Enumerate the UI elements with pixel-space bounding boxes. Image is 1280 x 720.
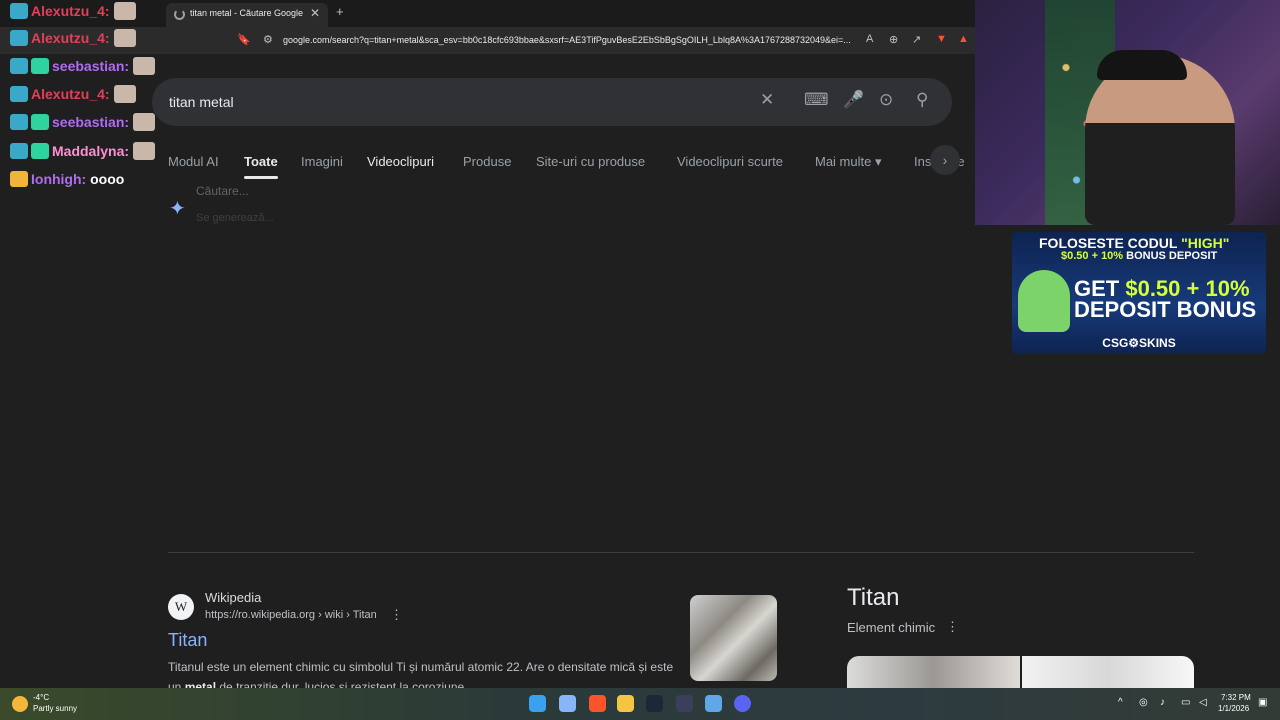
search-input[interactable]: titan metal [169,94,234,110]
result-more-icon[interactable]: ⋮ [390,607,403,623]
browser-tab-active[interactable]: titan metal - Căutare Google ✕ [166,3,328,27]
knowledge-panel-title: Titan [847,584,900,611]
zoom-icon[interactable]: ⊕ [889,33,898,46]
gift-badge-icon [31,58,49,74]
tab-short-videos[interactable]: Videoclipuri scurte [677,154,783,169]
emote-icon [133,113,156,131]
streamer [1085,55,1235,225]
section-divider [168,552,1194,553]
tray-chevron-icon[interactable]: ^ [1118,697,1123,708]
network-icon[interactable]: ▭ [1181,697,1190,708]
tab-all[interactable]: Toate [244,154,278,169]
keyboard-icon[interactable]: ⌨ [804,90,829,110]
notepad-icon[interactable] [705,695,722,712]
emote-icon [113,85,136,103]
tab-close-icon[interactable]: ✕ [310,6,320,20]
bookmark-icon[interactable]: 🔖 [237,33,251,46]
tab-more[interactable]: Mai multe ▾ [815,154,882,170]
emote-icon [113,29,136,47]
promo-brand-logo: CSG⚙SKINS [1102,336,1176,350]
start-icon[interactable] [529,695,546,712]
result-thumbnail[interactable] [690,595,777,681]
gift-badge-icon [31,143,49,159]
chat-badge-icon [10,143,28,159]
promo-headline-2: DEPOSIT BONUS [1074,297,1257,322]
speaker-icon[interactable]: ◁ [1199,697,1207,708]
promo-banner: FOLOSESTE CODUL "HIGH" $0.50 + 10% BONUS… [1012,232,1266,354]
chat-message: seebastian: [10,113,156,131]
tray-app-icon[interactable]: ◎ [1139,697,1148,708]
result-title-link[interactable]: Titan [168,630,207,651]
result-site-name[interactable]: Wikipedia [205,590,261,605]
gift-badge-icon [31,114,49,130]
wikipedia-logo-icon[interactable]: W [168,594,194,620]
search-icon[interactable]: ⚲ [916,90,928,110]
tab-product-sites[interactable]: Site-uri cu produse [536,154,645,169]
weather-icon[interactable] [12,696,28,712]
active-tab-indicator [244,176,278,179]
chat-message: Ionhigh: oooo [10,171,124,187]
webcam-feed [975,0,1280,225]
translate-icon[interactable]: A [866,33,873,45]
knowledge-panel-subtitle: Element chimic [847,620,936,635]
nav-scroll-right-icon[interactable]: › [930,145,960,175]
brave-rewards-icon[interactable]: ▲ [958,33,969,45]
emote-icon [133,57,156,75]
notification-icon[interactable]: ▣ [1258,697,1267,708]
clock-date[interactable]: 1/1/2026 [1218,704,1249,713]
volume-icon[interactable]: ♪ [1160,697,1165,708]
site-info-icon[interactable]: ⚙ [263,33,273,46]
chat-message: Alexutzu_4: [10,85,136,103]
mic-icon[interactable]: 🎤 [843,90,864,110]
clear-search-icon[interactable]: ✕ [760,90,774,110]
promo-code-line: FOLOSESTE CODUL "HIGH" [1039,235,1230,251]
loading-spinner-icon [174,9,185,20]
brave-icon[interactable] [589,695,606,712]
promo-bonus-line: $0.50 + 10% BONUS DEPOSIT [1061,250,1218,262]
tab-videos[interactable]: Videoclipuri [367,154,434,169]
chat-badge-icon [10,86,28,102]
chat-message: Maddalyna: [10,142,156,160]
chat-message: Alexutzu_4: [10,29,136,47]
emote-icon [113,2,136,20]
weather-desc[interactable]: Partly sunny [33,704,77,713]
tab-ai-mode[interactable]: Modul AI [168,154,219,169]
ai-spark-icon: ✦ [169,198,186,220]
chat-message: Alexutzu_4: [10,2,136,20]
weather-temp[interactable]: -4°C [33,693,49,702]
tab-images[interactable]: Imagini [301,154,343,169]
knowledge-panel-image[interactable] [1022,656,1194,692]
windows-taskbar: -4°C Partly sunny ^ ◎ ♪ ▭ ◁ 7:32 PM 1/1/… [0,688,1280,720]
chat-badge-icon [10,30,28,46]
url-field[interactable]: google.com/search?q=titan+metal&sca_esv=… [283,35,851,45]
emote-icon [133,142,156,160]
chat-badge-icon [10,58,28,74]
task-view-icon[interactable] [559,695,576,712]
result-url[interactable]: https://ro.wikipedia.org › wiki › Titan [205,609,377,621]
file-explorer-icon[interactable] [617,695,634,712]
promo-mascot [1018,270,1070,332]
steam-icon[interactable] [646,695,663,712]
streamer-cap [1097,50,1187,80]
ai-overview-status: Căutare... [196,184,249,198]
brave-shield-icon[interactable]: ▼ [936,33,947,45]
crown-badge-icon [10,171,28,187]
chat-message: seebastian: [10,57,156,75]
address-bar: 🔖 ⚙ google.com/search?q=titan+metal&sca_… [0,27,975,54]
search-box[interactable]: titan metal ✕ ⌨ 🎤 ⊙ ⚲ [152,78,952,126]
knowledge-panel-more-icon[interactable]: ⋮ [946,619,959,635]
new-tab-button[interactable]: + [336,4,344,19]
browser-tab-bar: titan metal - Căutare Google ✕ + [0,0,975,27]
obs-icon[interactable] [676,695,693,712]
tab-title: titan metal - Căutare Google [190,8,304,18]
lens-icon[interactable]: ⊙ [879,90,893,110]
discord-icon[interactable] [734,695,751,712]
clock-time[interactable]: 7:32 PM [1221,693,1251,702]
chat-badge-icon [10,3,28,19]
ai-overview-generating: Se generează... [196,212,274,224]
chat-badge-icon [10,114,28,130]
tab-products[interactable]: Produse [463,154,511,169]
knowledge-panel-image[interactable] [847,656,1020,692]
share-icon[interactable]: ↗ [912,33,921,46]
